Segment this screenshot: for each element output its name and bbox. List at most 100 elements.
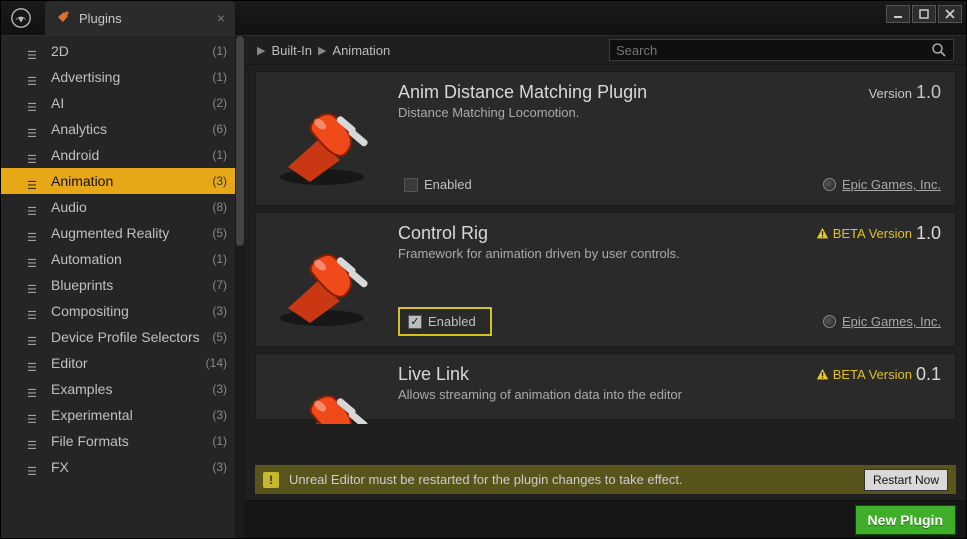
category-item[interactable]: Advertising (1) — [1, 64, 235, 90]
category-count: (3) — [212, 460, 227, 474]
plugin-description: Framework for animation driven by user c… — [398, 246, 941, 261]
search-icon — [931, 42, 947, 58]
category-label: File Formats — [51, 433, 129, 449]
category-count: (6) — [212, 122, 227, 136]
plugin-card: Anim Distance Matching Plugin Version 1.… — [255, 71, 956, 206]
plug-tab-icon — [55, 9, 71, 28]
category-icon — [27, 384, 43, 394]
plugin-version: BETA Version 1.0 — [816, 223, 941, 244]
alert-icon: ! — [263, 472, 279, 488]
plugin-title: Anim Distance Matching Plugin — [398, 82, 647, 103]
category-icon — [27, 98, 43, 108]
minimize-button[interactable] — [886, 5, 910, 23]
plugin-version: Version 1.0 — [869, 82, 941, 103]
category-count: (1) — [212, 148, 227, 162]
category-count: (8) — [212, 200, 227, 214]
category-icon — [27, 46, 43, 56]
warning-icon — [816, 227, 829, 240]
body: 2D (1) Advertising (1) AI(2) Analytics (6) Andr… — [1, 35, 966, 538]
category-icon — [27, 436, 43, 446]
category-count: (14) — [206, 356, 227, 370]
breadcrumb-current[interactable]: Animation — [332, 43, 390, 58]
category-icon — [27, 72, 43, 82]
category-label: 2D — [51, 43, 69, 59]
category-item[interactable]: Analytics (6) — [1, 116, 235, 142]
category-icon — [27, 332, 43, 342]
category-label: Blueprints — [51, 277, 113, 293]
scrollbar-thumb[interactable] — [236, 36, 244, 246]
plugin-body: Live Link BETA Version 0.1 Allows stream… — [398, 364, 941, 419]
category-icon — [27, 410, 43, 420]
enabled-checkbox[interactable]: Enabled — [398, 174, 478, 195]
category-item[interactable]: Audio(8) — [1, 194, 235, 220]
warning-icon — [816, 368, 829, 381]
titlebar: Plugins × — [1, 1, 966, 35]
tab-close-icon[interactable]: × — [217, 10, 225, 26]
category-item[interactable]: Blueprints (7) — [1, 272, 235, 298]
restart-notice: ! Unreal Editor must be restarted for th… — [255, 465, 956, 494]
unreal-logo — [7, 1, 35, 35]
enabled-checkbox[interactable]: ✓ Enabled — [398, 307, 492, 336]
close-button[interactable] — [938, 5, 962, 23]
category-item[interactable]: Animation(3) — [1, 168, 235, 194]
search-box[interactable] — [609, 39, 954, 61]
category-count: (1) — [212, 252, 227, 266]
category-item[interactable]: Automation(1) — [1, 246, 235, 272]
category-label: FX — [51, 459, 69, 475]
category-label: AI — [51, 95, 64, 111]
plugin-thumbnail — [270, 82, 380, 197]
plugin-thumbnail — [270, 223, 380, 338]
category-icon — [27, 176, 43, 186]
category-item[interactable]: Editor(14) — [1, 350, 235, 376]
search-input[interactable] — [616, 43, 931, 58]
category-count: (3) — [212, 174, 227, 188]
vendor-link[interactable]: Epic Games, Inc. — [823, 177, 941, 192]
category-icon — [27, 202, 43, 212]
category-item[interactable]: Android(1) — [1, 142, 235, 168]
category-item[interactable]: Examples(3) — [1, 376, 235, 402]
category-label: Augmented Reality — [51, 225, 169, 241]
chevron-right-icon: ▶ — [257, 44, 265, 57]
category-label: Analytics — [51, 121, 107, 137]
category-item[interactable]: Experimental(3) — [1, 402, 235, 428]
sidebar-scrollbar[interactable] — [235, 36, 245, 538]
tab-plugins[interactable]: Plugins × — [45, 1, 235, 35]
restart-message: Unreal Editor must be restarted for the … — [289, 472, 683, 487]
category-list: 2D (1) Advertising (1) AI(2) Analytics (6) Andr… — [1, 36, 235, 538]
category-item[interactable]: File Formats (1) — [1, 428, 235, 454]
plugin-title: Live Link — [398, 364, 469, 385]
sidebar: 2D (1) Advertising (1) AI(2) Analytics (6) Andr… — [1, 36, 245, 538]
category-item[interactable]: Device Profile Selectors (5) — [1, 324, 235, 350]
plugin-card: Control Rig BETA Version 1.0 Framework f… — [255, 212, 956, 347]
category-count: (1) — [212, 44, 227, 58]
checkbox-icon: ✓ — [408, 315, 422, 329]
category-icon — [27, 150, 43, 160]
breadcrumb-bar: ▶ Built-In ▶ Animation — [245, 36, 966, 65]
category-icon — [27, 306, 43, 316]
maximize-button[interactable] — [912, 5, 936, 23]
category-label: Device Profile Selectors — [51, 329, 200, 345]
category-item[interactable]: AI(2) — [1, 90, 235, 116]
plugin-thumbnail — [270, 364, 380, 419]
category-item[interactable]: Compositing(3) — [1, 298, 235, 324]
category-item[interactable]: Augmented Reality(5) — [1, 220, 235, 246]
checkbox-icon — [404, 178, 418, 192]
new-plugin-button[interactable]: New Plugin — [855, 505, 956, 535]
breadcrumb-root[interactable]: Built-In — [271, 43, 311, 58]
category-icon — [27, 280, 43, 290]
chevron-right-icon: ▶ — [318, 44, 326, 57]
plugin-body: Anim Distance Matching Plugin Version 1.… — [398, 82, 941, 197]
plugin-description: Distance Matching Locomotion. — [398, 105, 941, 120]
restart-now-button[interactable]: Restart Now — [864, 469, 948, 491]
category-label: Compositing — [51, 303, 129, 319]
category-item[interactable]: FX (3) — [1, 454, 235, 480]
category-item[interactable]: 2D (1) — [1, 38, 235, 64]
vendor-link[interactable]: Epic Games, Inc. — [823, 314, 941, 329]
category-icon — [27, 228, 43, 238]
category-count: (5) — [212, 330, 227, 344]
category-count: (1) — [212, 70, 227, 84]
category-count: (3) — [212, 382, 227, 396]
category-count: (1) — [212, 434, 227, 448]
category-count: (7) — [212, 278, 227, 292]
category-label: Advertising — [51, 69, 120, 85]
